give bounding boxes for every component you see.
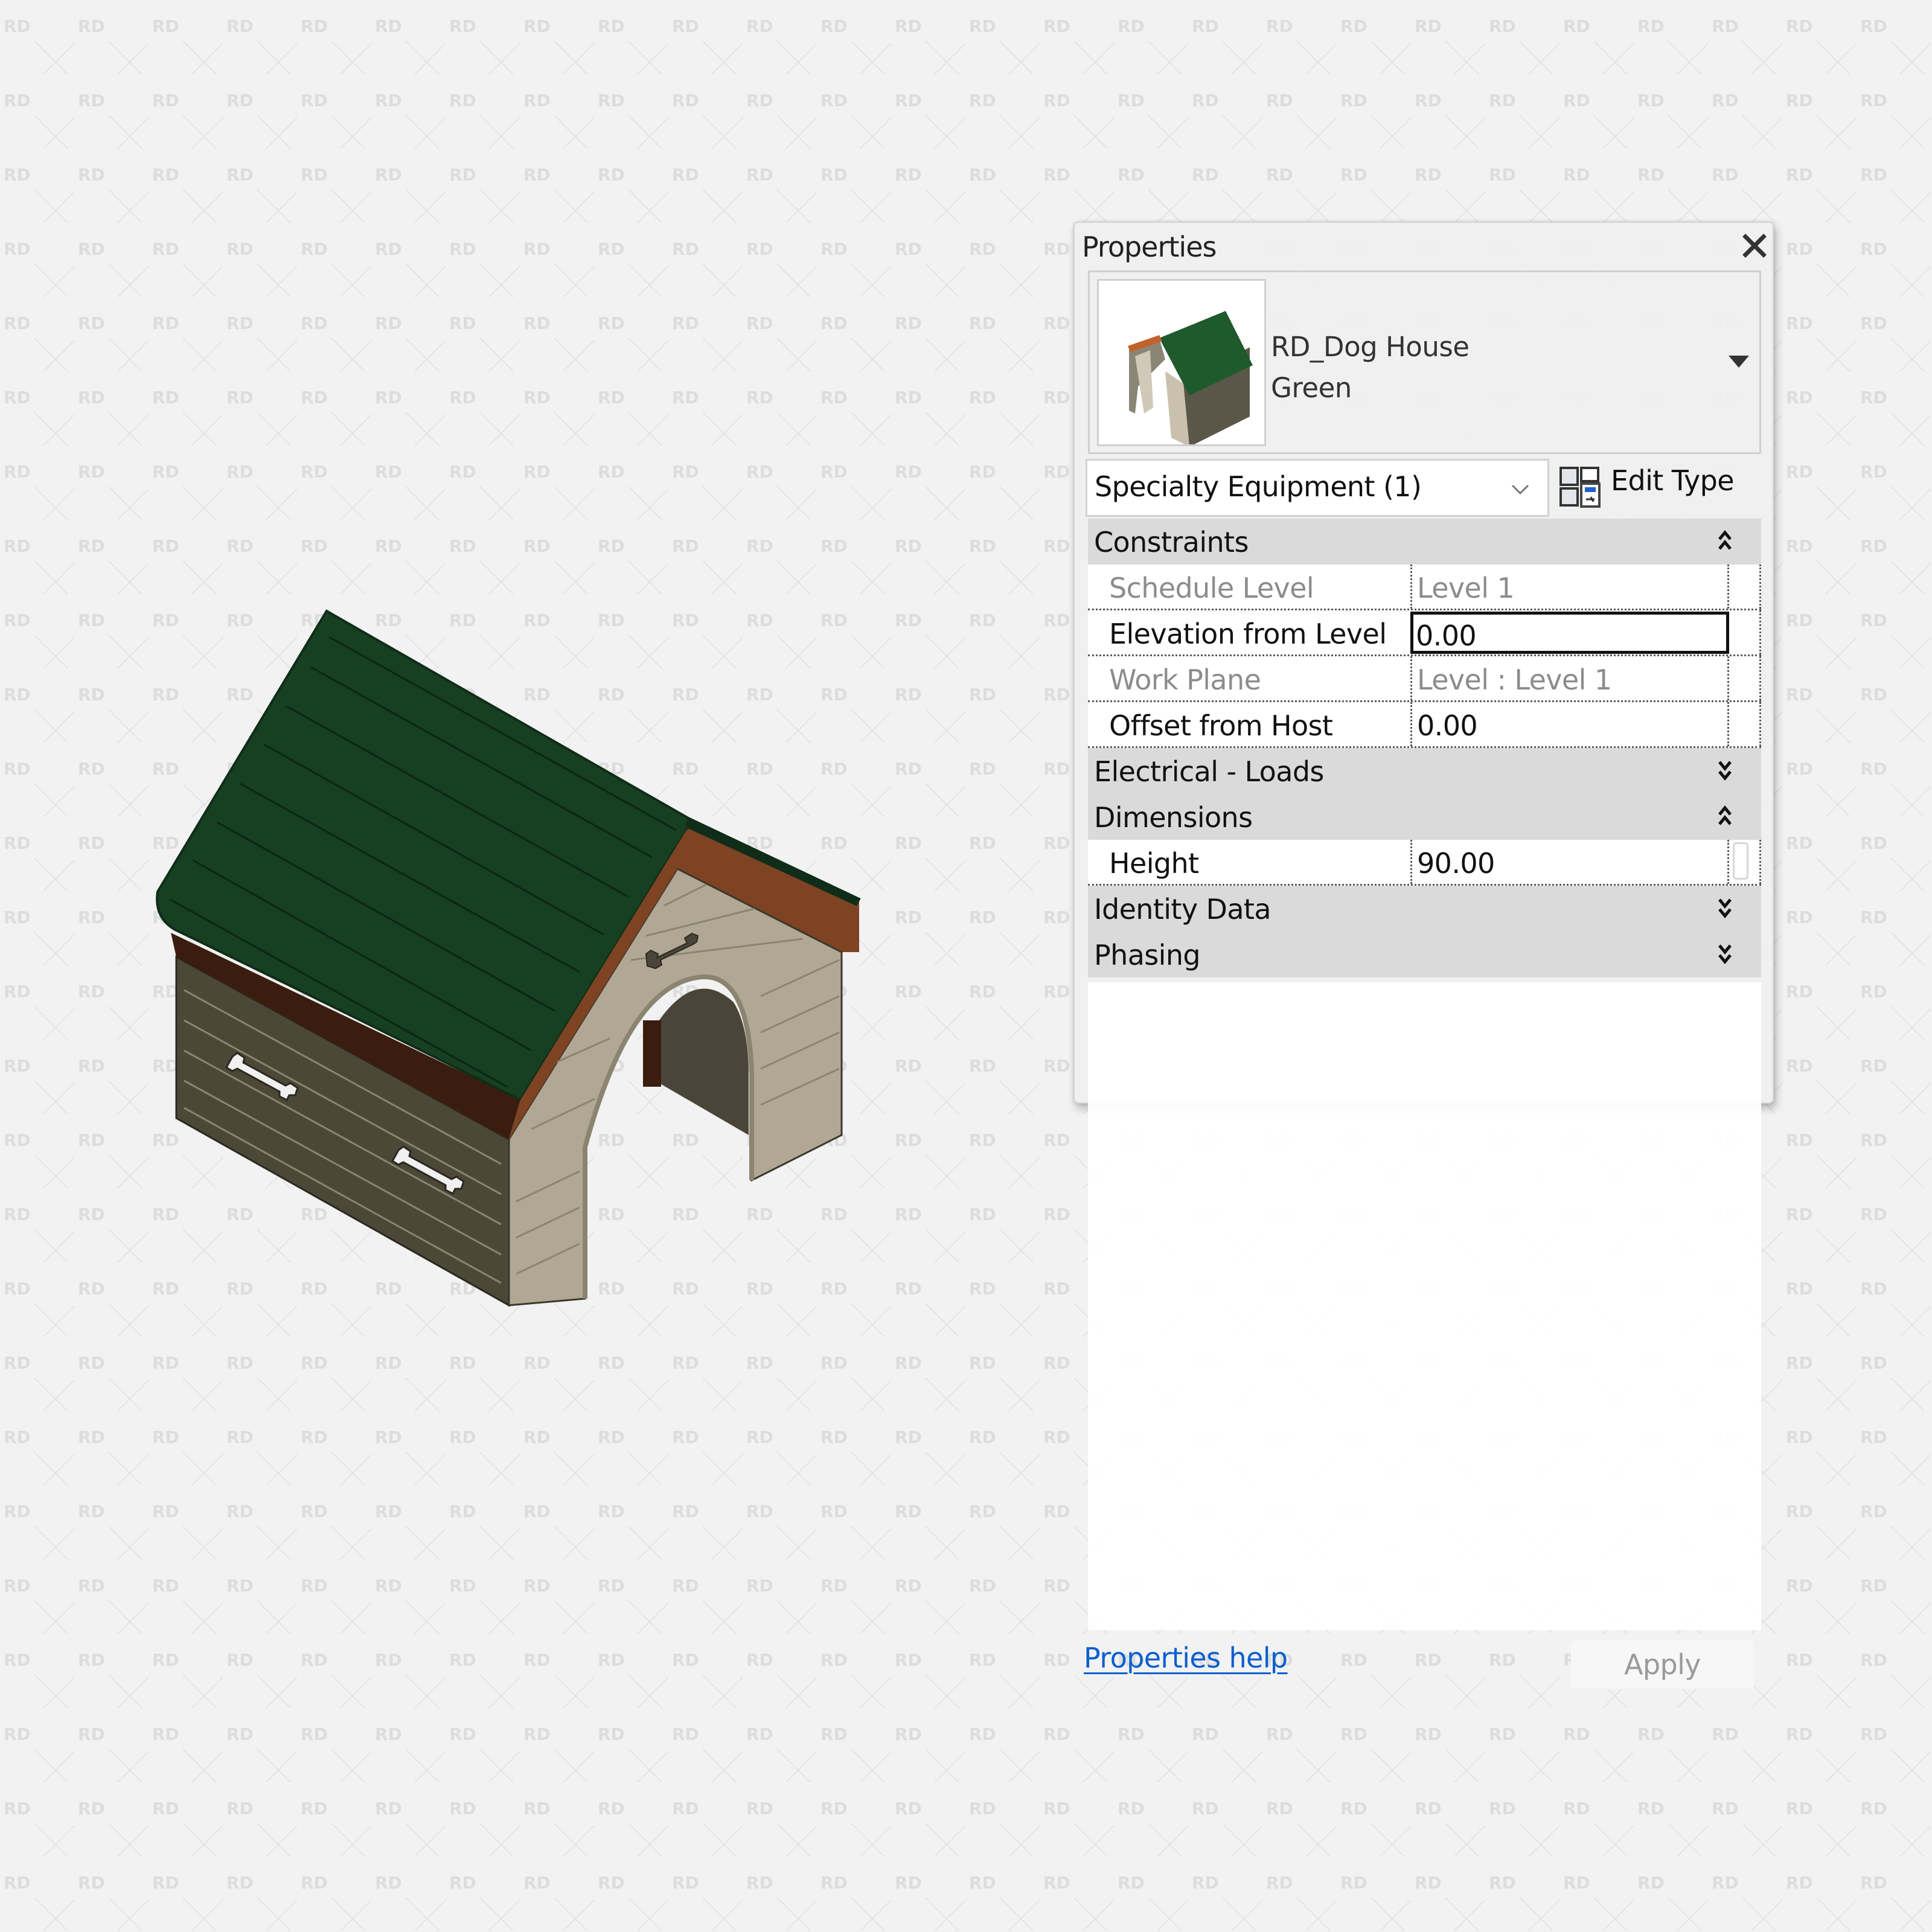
collapse-icon[interactable] xyxy=(1718,805,1732,828)
prop-extra-cell xyxy=(1729,840,1761,884)
close-icon xyxy=(1742,234,1767,258)
prop-extra-cell xyxy=(1729,565,1761,609)
dog-house-model[interactable] xyxy=(0,0,1063,1932)
edit-type-label: Edit Type xyxy=(1611,464,1735,497)
expand-icon[interactable] xyxy=(1718,897,1732,920)
elevation-input[interactable]: 0.00 xyxy=(1410,612,1729,654)
prop-name: Elevation from Level xyxy=(1109,618,1387,650)
type-name: RD_Dog House Green xyxy=(1271,327,1470,409)
panel-title: Properties xyxy=(1082,231,1217,263)
group-dimensions[interactable]: Dimensions xyxy=(1088,794,1761,840)
prop-value: 90.00 xyxy=(1417,847,1495,880)
type-selector[interactable]: RD_Dog House Green xyxy=(1088,270,1761,454)
properties-panel: Properties RD_Dog House Green Specialty … xyxy=(1073,222,1774,1689)
model-viewport[interactable] xyxy=(0,0,1063,1932)
type-thumbnail xyxy=(1097,279,1266,447)
dropdown-arrow-icon[interactable] xyxy=(1729,356,1749,369)
apply-button[interactable]: Apply xyxy=(1571,1640,1754,1689)
prop-name: Offset from Host xyxy=(1109,709,1333,742)
group-identity-data[interactable]: Identity Data xyxy=(1088,886,1761,932)
prop-row-offset-from-host: Offset from Host 0.00 xyxy=(1088,702,1761,748)
prop-name: Work Plane xyxy=(1109,664,1261,696)
expand-icon[interactable] xyxy=(1718,759,1732,782)
type-variant: Green xyxy=(1271,372,1352,404)
prop-value: 0.00 xyxy=(1417,709,1478,742)
height-input[interactable]: 90.00 xyxy=(1410,840,1729,884)
prop-name: Height xyxy=(1109,847,1199,880)
associate-parameter-button[interactable] xyxy=(1733,842,1748,880)
chevron-down-icon xyxy=(1511,484,1529,495)
group-label: Identity Data xyxy=(1094,893,1271,926)
edit-type-button[interactable]: Edit Type xyxy=(1558,452,1757,513)
group-label: Dimensions xyxy=(1094,801,1253,834)
edit-type-icon xyxy=(1559,467,1601,508)
prop-row-height: Height 90.00 xyxy=(1088,840,1761,886)
close-button[interactable] xyxy=(1739,230,1770,261)
category-filter-dropdown[interactable]: Specialty Equipment (1) xyxy=(1086,459,1549,517)
prop-extra-cell xyxy=(1729,656,1761,700)
prop-row-elevation-from-level: Elevation from Level 0.00 xyxy=(1088,610,1761,656)
properties-empty-area xyxy=(1088,982,1761,1630)
group-label: Phasing xyxy=(1094,939,1201,971)
door-interior xyxy=(655,988,749,1135)
prop-extra-cell xyxy=(1729,702,1761,746)
prop-value: Level : Level 1 xyxy=(1417,664,1612,696)
prop-row-schedule-level: Schedule Level Level 1 xyxy=(1088,565,1761,610)
group-constraints[interactable]: Constraints xyxy=(1088,519,1761,565)
prop-name: Schedule Level xyxy=(1109,572,1314,604)
prop-row-work-plane: Work Plane Level : Level 1 xyxy=(1088,656,1761,702)
offset-input[interactable]: 0.00 xyxy=(1410,702,1729,746)
collapse-icon[interactable] xyxy=(1718,529,1732,552)
properties-help-link[interactable]: Properties help xyxy=(1084,1642,1288,1674)
prop-value: 0.00 xyxy=(1416,619,1477,652)
prop-extra-cell xyxy=(1729,610,1761,654)
prop-value-cell: Level : Level 1 xyxy=(1410,656,1729,700)
group-phasing[interactable]: Phasing xyxy=(1088,932,1761,977)
family-name: RD_Dog House xyxy=(1271,331,1470,363)
group-electrical-loads[interactable]: Electrical - Loads xyxy=(1088,748,1761,794)
door-post xyxy=(643,1020,661,1087)
category-filter-value: Specialty Equipment (1) xyxy=(1095,470,1422,503)
dog-house-thumbnail-icon xyxy=(1128,311,1253,447)
prop-value-cell: Level 1 xyxy=(1410,565,1729,609)
expand-icon[interactable] xyxy=(1718,942,1732,965)
group-label: Constraints xyxy=(1094,526,1249,558)
group-label: Electrical - Loads xyxy=(1094,755,1324,788)
prop-value: Level 1 xyxy=(1417,572,1515,604)
